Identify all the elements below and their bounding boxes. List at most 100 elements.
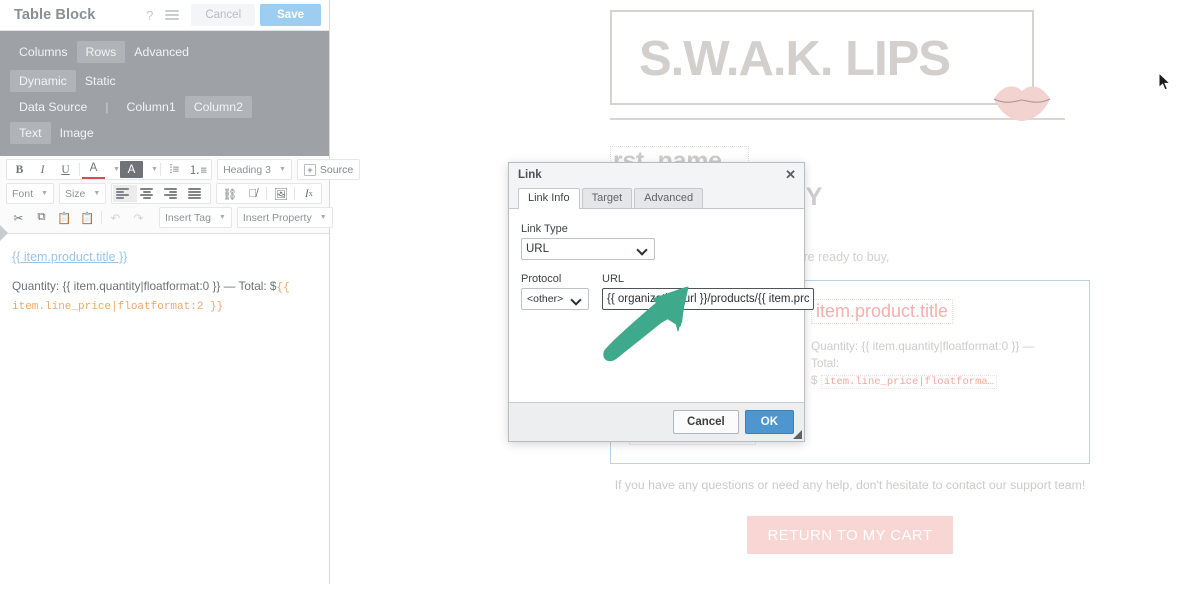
tab-link-info[interactable]: Link Info [518, 188, 580, 209]
cancel-button[interactable]: Cancel [191, 4, 256, 26]
source-button[interactable]: ◈ Source [296, 159, 361, 180]
url-input[interactable] [602, 288, 814, 310]
image-icon[interactable]: 🖼 [269, 185, 292, 202]
align-justify-icon[interactable] [185, 185, 209, 202]
tab-column2[interactable]: Column2 [184, 96, 252, 118]
bg-color-chevron-down-icon[interactable]: ▼ [151, 166, 158, 173]
return-to-cart-button[interactable]: RETURN TO MY CART [747, 516, 953, 554]
tab-advanced[interactable]: Advanced [125, 41, 198, 63]
question-mark-icon[interactable]: ? [146, 9, 153, 22]
text-style-group: B I U A ▼ A ▼ ⁞≡ ⒈≡ [6, 159, 213, 180]
dialog-title-bar[interactable]: Link ✕ [509, 163, 804, 186]
clipboard-group: ✂ ⧉ 📋 📋 ↶ ↷ [6, 208, 151, 227]
chevron-down-icon: ▼ [41, 190, 48, 197]
dialog-footer: Cancel OK [509, 402, 804, 441]
page-title: Table Block [14, 7, 96, 23]
toolbar-divider [79, 163, 80, 176]
link-icon[interactable]: ⛓ [218, 185, 241, 202]
editor-product-title-link[interactable]: {{ item.product.title }} [12, 250, 127, 264]
align-center-icon[interactable] [137, 185, 161, 202]
logo-text: S.W.A.K. LIPS [639, 32, 951, 86]
tab-text[interactable]: Text [10, 122, 51, 144]
product-title: item.product.title [811, 299, 954, 324]
paste-as-text-icon[interactable]: 📋 [76, 209, 99, 226]
cut-icon[interactable]: ✂ [7, 209, 30, 226]
text-color-chevron-down-icon[interactable]: ▼ [113, 166, 120, 173]
bold-button[interactable]: B [8, 161, 31, 178]
align-right-icon[interactable] [161, 185, 185, 202]
paste-icon[interactable]: 📋 [53, 209, 76, 226]
save-button[interactable]: Save [260, 4, 321, 26]
text-color-icon[interactable]: A [82, 160, 105, 179]
insert-tag-label: Insert Tag [165, 211, 211, 224]
tab-dynamic[interactable]: Dynamic [10, 70, 76, 92]
insert-property-label: Insert Property [242, 211, 312, 224]
toolbar-divider [266, 187, 268, 200]
tab-rows[interactable]: Rows [76, 41, 126, 63]
product-price-token: item.line_price|floatforma… [820, 375, 997, 390]
tab-separator: | [105, 100, 109, 114]
tab-static[interactable]: Static [76, 70, 125, 92]
underline-button[interactable]: U [54, 161, 77, 178]
dialog-title: Link [518, 168, 542, 181]
heading-select[interactable]: Heading 3 ▼ [217, 159, 292, 180]
tab-data-source[interactable]: Data Source [10, 96, 96, 118]
table-block-editor-panel: Table Block ? Cancel Save Columns Rows A… [0, 0, 361, 584]
link-type-label: Link Type [521, 223, 568, 235]
support-line: If you have any questions or need any he… [614, 478, 1086, 492]
link-media-group: ⛓ ⛓̸ 🖼 Ix [216, 183, 323, 204]
dialog-body: Link Type URL Protocol <other> URL [509, 208, 814, 402]
protocol-select[interactable]: <other> [521, 288, 589, 310]
source-label: Source [319, 163, 354, 176]
toolbar-divider [159, 163, 161, 176]
hamburger-menu-icon[interactable] [165, 7, 180, 22]
heading-value: Heading 3 [223, 163, 271, 176]
tab-target[interactable]: Target [581, 188, 633, 208]
insert-property-select[interactable]: Insert Property ▼ [236, 207, 333, 228]
redo-icon[interactable]: ↷ [127, 209, 150, 226]
size-select[interactable]: Size ▼ [58, 183, 107, 204]
tab-columns[interactable]: Columns [10, 41, 77, 63]
dialog-resize-grip[interactable] [793, 430, 802, 439]
link-dialog: Link ✕ Link Info Target Advanced Link Ty… [508, 162, 814, 442]
tab-row-content-type: Text Image [0, 120, 329, 146]
link-type-select[interactable]: URL [521, 238, 655, 260]
mouse-cursor-icon [1158, 72, 1172, 91]
copy-icon[interactable]: ⧉ [30, 209, 53, 226]
bg-color-icon[interactable]: A [119, 161, 143, 178]
alignment-group [111, 183, 212, 204]
tab-column1[interactable]: Column1 [117, 96, 184, 118]
size-value: Size [64, 187, 86, 200]
logo-box: S.W.A.K. LIPS [610, 10, 1051, 121]
editor-body-text: Quantity: {{ item.quantity|floatformat:0… [12, 278, 317, 316]
unlink-icon[interactable]: ⛓̸ [241, 185, 264, 202]
undo-icon[interactable]: ↶ [104, 209, 127, 226]
url-col: URL [602, 273, 814, 310]
product-quantity-text: Quantity: {{ item.quantity|floatformat:0… [811, 339, 1035, 371]
remove-format-icon[interactable]: Ix [297, 185, 320, 202]
chevron-down-icon: ▼ [319, 214, 327, 221]
bulleted-list-icon[interactable]: ⁞≡ [163, 161, 186, 178]
panel-collapse-handle[interactable] [0, 225, 9, 241]
protocol-url-row: Protocol <other> URL [521, 273, 814, 310]
tab-row-source: Data Source | Column1 Column2 [0, 94, 329, 120]
product-quantity-line: Quantity: {{ item.quantity|floatformat:0… [811, 338, 1063, 390]
toolbar-row-2: Font ▼ Size ▼ ⛓ ⛓̸ 🖼 Ix [6, 183, 325, 204]
tab-advanced[interactable]: Advanced [634, 188, 704, 208]
panel-header: Table Block ? Cancel Save [0, 0, 329, 31]
close-icon[interactable]: ✕ [785, 168, 796, 181]
editor-content-area[interactable]: {{ item.product.title }} Quantity: {{ it… [0, 234, 329, 592]
toolbar-divider [101, 211, 102, 224]
lips-icon [993, 86, 1051, 121]
font-select[interactable]: Font ▼ [6, 183, 54, 204]
chevron-down-icon: ▼ [218, 214, 226, 221]
numbered-list-icon[interactable]: ⒈≡ [186, 161, 210, 178]
toolbar-row-3: ✂ ⧉ 📋 📋 ↶ ↷ Insert Tag ▼ Insert Property… [6, 207, 333, 228]
align-left-icon[interactable] [113, 185, 138, 202]
insert-tag-select[interactable]: Insert Tag ▼ [159, 207, 232, 228]
tab-image[interactable]: Image [51, 122, 103, 144]
dialog-ok-button[interactable]: OK [744, 410, 794, 434]
italic-button[interactable]: I [31, 161, 54, 178]
return-to-cart-label: RETURN TO MY CART [767, 526, 933, 544]
dialog-cancel-button[interactable]: Cancel [673, 410, 739, 434]
